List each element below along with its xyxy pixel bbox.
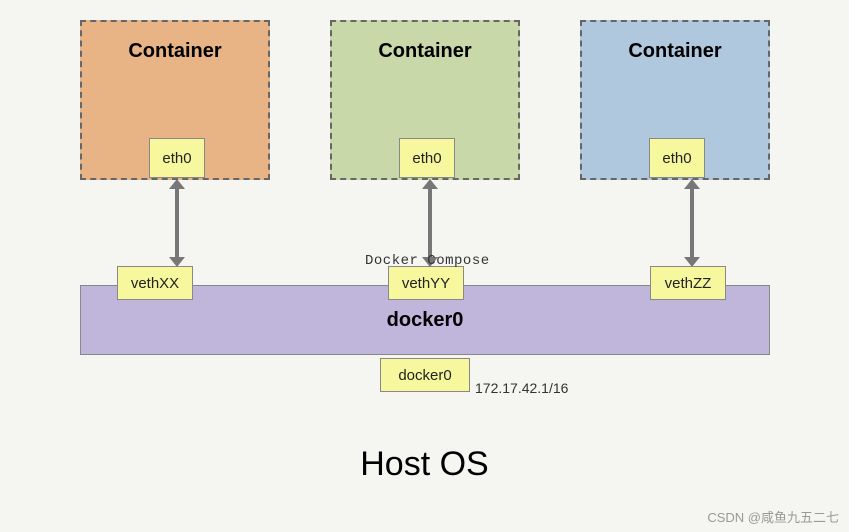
container-3: Container eth0 (580, 20, 770, 180)
arrow-container1-vethxx (175, 188, 179, 258)
watermark: CSDN @咸鱼九五二七 (707, 507, 839, 526)
vethyy-box: vethYY (388, 266, 464, 300)
docker0-bridge-box: docker0 (380, 358, 470, 392)
container-3-eth0: eth0 (649, 138, 705, 178)
host-os-label: Host OS (0, 445, 849, 484)
container-2-eth0: eth0 (399, 138, 455, 178)
vethxx-box: vethXX (117, 266, 193, 300)
docker0-ip-label: 172.17.42.1/16 (475, 380, 568, 396)
container-1: Container eth0 (80, 20, 270, 180)
container-2: Container eth0 (330, 20, 520, 180)
container-3-title: Container (582, 40, 768, 63)
arrow-container3-vethzz (690, 188, 694, 258)
vethzz-box: vethZZ (650, 266, 726, 300)
container-1-eth0: eth0 (149, 138, 205, 178)
container-2-title: Container (332, 40, 518, 63)
container-1-title: Container (82, 40, 268, 63)
arrow-container2-vethyy (428, 188, 432, 258)
docker-compose-label: Docker Compose (365, 253, 490, 269)
